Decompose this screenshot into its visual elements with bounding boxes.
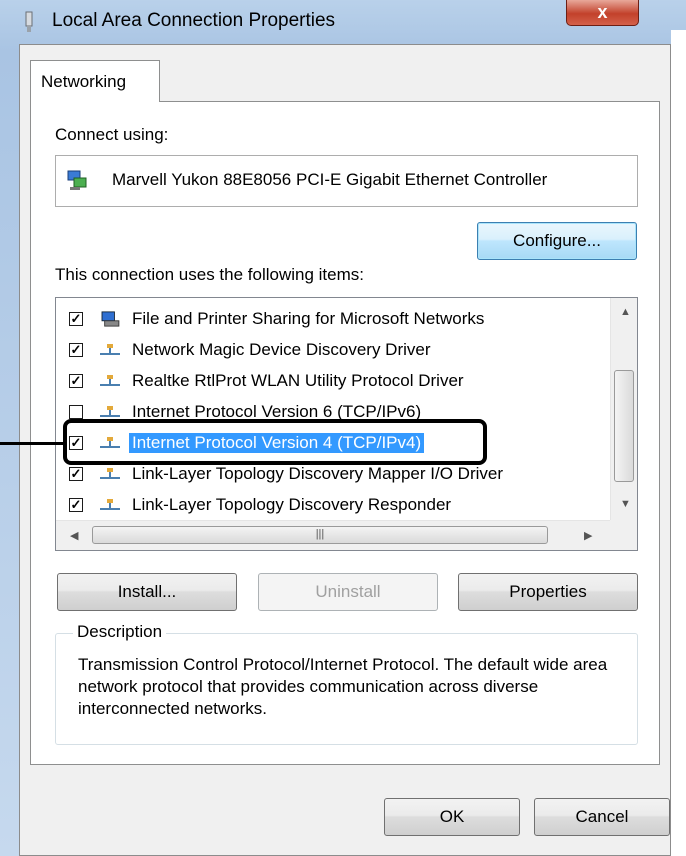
window-title: Local Area Connection Properties (52, 10, 336, 31)
computer-printer-icon (101, 311, 120, 327)
protocol-icon (100, 344, 120, 355)
window-right-edge (671, 30, 686, 856)
item-checkbox[interactable]: ✓ (69, 343, 83, 357)
item-checkbox[interactable]: ✓ (69, 374, 83, 388)
vertical-scrollbar[interactable]: ▲ ▼ (610, 298, 637, 520)
protocol-icon (100, 406, 120, 417)
title-bar[interactable]: Local Area Connection Properties x (0, 0, 686, 44)
cancel-button[interactable]: Cancel (534, 798, 670, 836)
scroll-left-icon[interactable]: ◀ (70, 529, 78, 542)
vertical-scroll-thumb[interactable] (614, 370, 634, 482)
list-item[interactable]: ✓ Realtke RtlProt WLAN Utility Protocol … (56, 366, 604, 397)
item-label: Network Magic Device Discovery Driver (132, 340, 431, 359)
annotation-highlight-box (63, 419, 487, 465)
list-item[interactable]: ✓ File and Printer Sharing for Microsoft… (56, 304, 604, 335)
list-item[interactable]: ✓ Network Magic Device Discovery Driver (56, 335, 604, 366)
horizontal-scrollbar[interactable]: ◀ ||| ▶ (56, 520, 610, 550)
annotation-callout-line (0, 442, 63, 445)
protocol-icon (100, 499, 120, 510)
scrollbar-corner (610, 520, 637, 550)
properties-button[interactable]: Properties (458, 573, 638, 611)
scroll-down-icon[interactable]: ▼ (620, 498, 631, 510)
scroll-up-icon[interactable]: ▲ (620, 306, 631, 318)
item-label: Link-Layer Topology Discovery Mapper I/O… (132, 464, 503, 483)
item-checkbox[interactable] (69, 405, 83, 419)
adapter-box: Marvell Yukon 88E8056 PCI-E Gigabit Ethe… (55, 155, 638, 207)
item-checkbox[interactable]: ✓ (69, 467, 83, 481)
item-label: Link-Layer Topology Discovery Responder (132, 495, 452, 514)
protocol-icon (100, 375, 120, 386)
tab-networking-label: Networking (41, 72, 127, 91)
tab-networking[interactable]: Networking (30, 60, 160, 102)
horizontal-scroll-thumb[interactable]: ||| (92, 526, 548, 544)
uninstall-button[interactable]: Uninstall (258, 573, 438, 611)
item-checkbox[interactable]: ✓ (69, 312, 83, 326)
scroll-right-icon[interactable]: ▶ (584, 529, 592, 542)
item-label: Realtke RtlProt WLAN Utility Protocol Dr… (132, 371, 464, 390)
close-button[interactable]: x (566, 0, 639, 26)
items-label: This connection uses the following items… (55, 265, 364, 284)
description-legend: Description (73, 622, 167, 642)
item-label: File and Printer Sharing for Microsoft N… (132, 309, 485, 328)
connect-using-label: Connect using: (55, 125, 169, 144)
ok-button[interactable]: OK (384, 798, 520, 836)
adapter-name: Marvell Yukon 88E8056 PCI-E Gigabit Ethe… (112, 170, 548, 189)
item-checkbox[interactable]: ✓ (69, 498, 83, 512)
configure-button[interactable]: Configure... (477, 222, 637, 260)
properties-window: Local Area Connection Properties x Netwo… (0, 0, 686, 856)
description-text: Transmission Control Protocol/Internet P… (78, 655, 608, 718)
network-adapter-icon (67, 170, 87, 190)
network-connection-icon (25, 11, 33, 32)
protocol-icon (100, 468, 120, 479)
install-button[interactable]: Install... (57, 573, 237, 611)
list-item[interactable]: ✓ Link-Layer Topology Discovery Responde… (56, 490, 604, 521)
